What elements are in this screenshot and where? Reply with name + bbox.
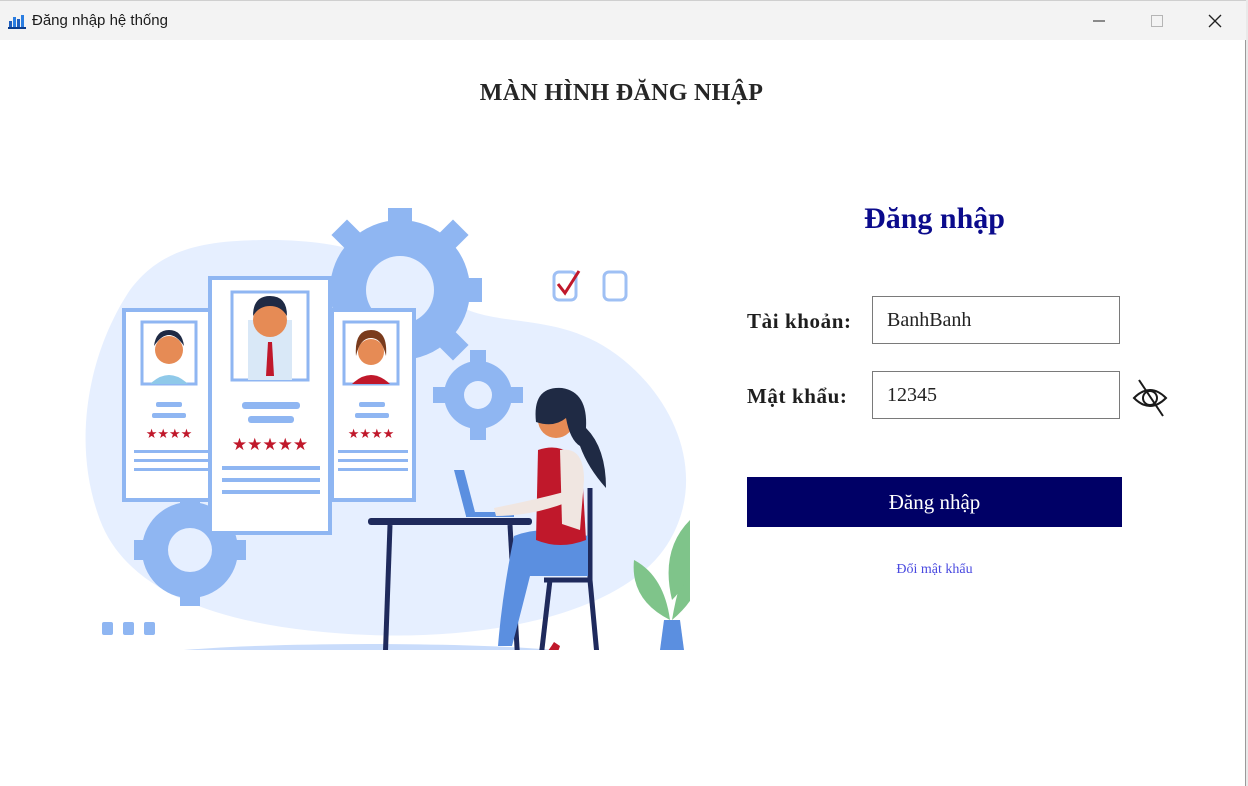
page-title: MÀN HÌNH ĐĂNG NHẬP xyxy=(479,80,764,106)
username-label: Tài khoản: xyxy=(747,309,852,333)
login-window: Đăng nhập hệ thống MÀN HÌNH ĐĂNG NHẬP ★★… xyxy=(0,0,1246,786)
window-title: Đăng nhập hệ thống xyxy=(32,12,168,29)
close-icon xyxy=(1208,14,1222,28)
password-input[interactable] xyxy=(872,371,1120,419)
minimize-button[interactable] xyxy=(1070,1,1128,41)
maximize-button[interactable] xyxy=(1128,1,1186,41)
login-illustration: ★★★★ ★★★★ ★★★★★ xyxy=(85,208,690,650)
app-icon xyxy=(8,15,26,29)
content-area: MÀN HÌNH ĐĂNG NHẬP ★★★★ ★★★★ ★★★★★ Đăng … xyxy=(0,40,1246,786)
svg-text:★★★★: ★★★★ xyxy=(146,426,193,441)
login-button[interactable]: Đăng nhập xyxy=(747,477,1122,527)
username-input[interactable] xyxy=(872,296,1120,344)
eye-off-icon[interactable] xyxy=(1131,377,1169,417)
login-heading: Đăng nhập xyxy=(864,202,1005,235)
password-label: Mật khẩu: xyxy=(747,384,848,408)
title-bar[interactable]: Đăng nhập hệ thống xyxy=(0,0,1246,40)
change-password-link[interactable]: Đổi mật khẩu xyxy=(747,562,1122,578)
svg-text:★★★★: ★★★★ xyxy=(348,426,395,441)
svg-text:★★★★★: ★★★★★ xyxy=(232,435,308,454)
close-button[interactable] xyxy=(1186,1,1244,41)
maximize-icon xyxy=(1151,15,1163,27)
minimize-icon xyxy=(1093,20,1105,22)
